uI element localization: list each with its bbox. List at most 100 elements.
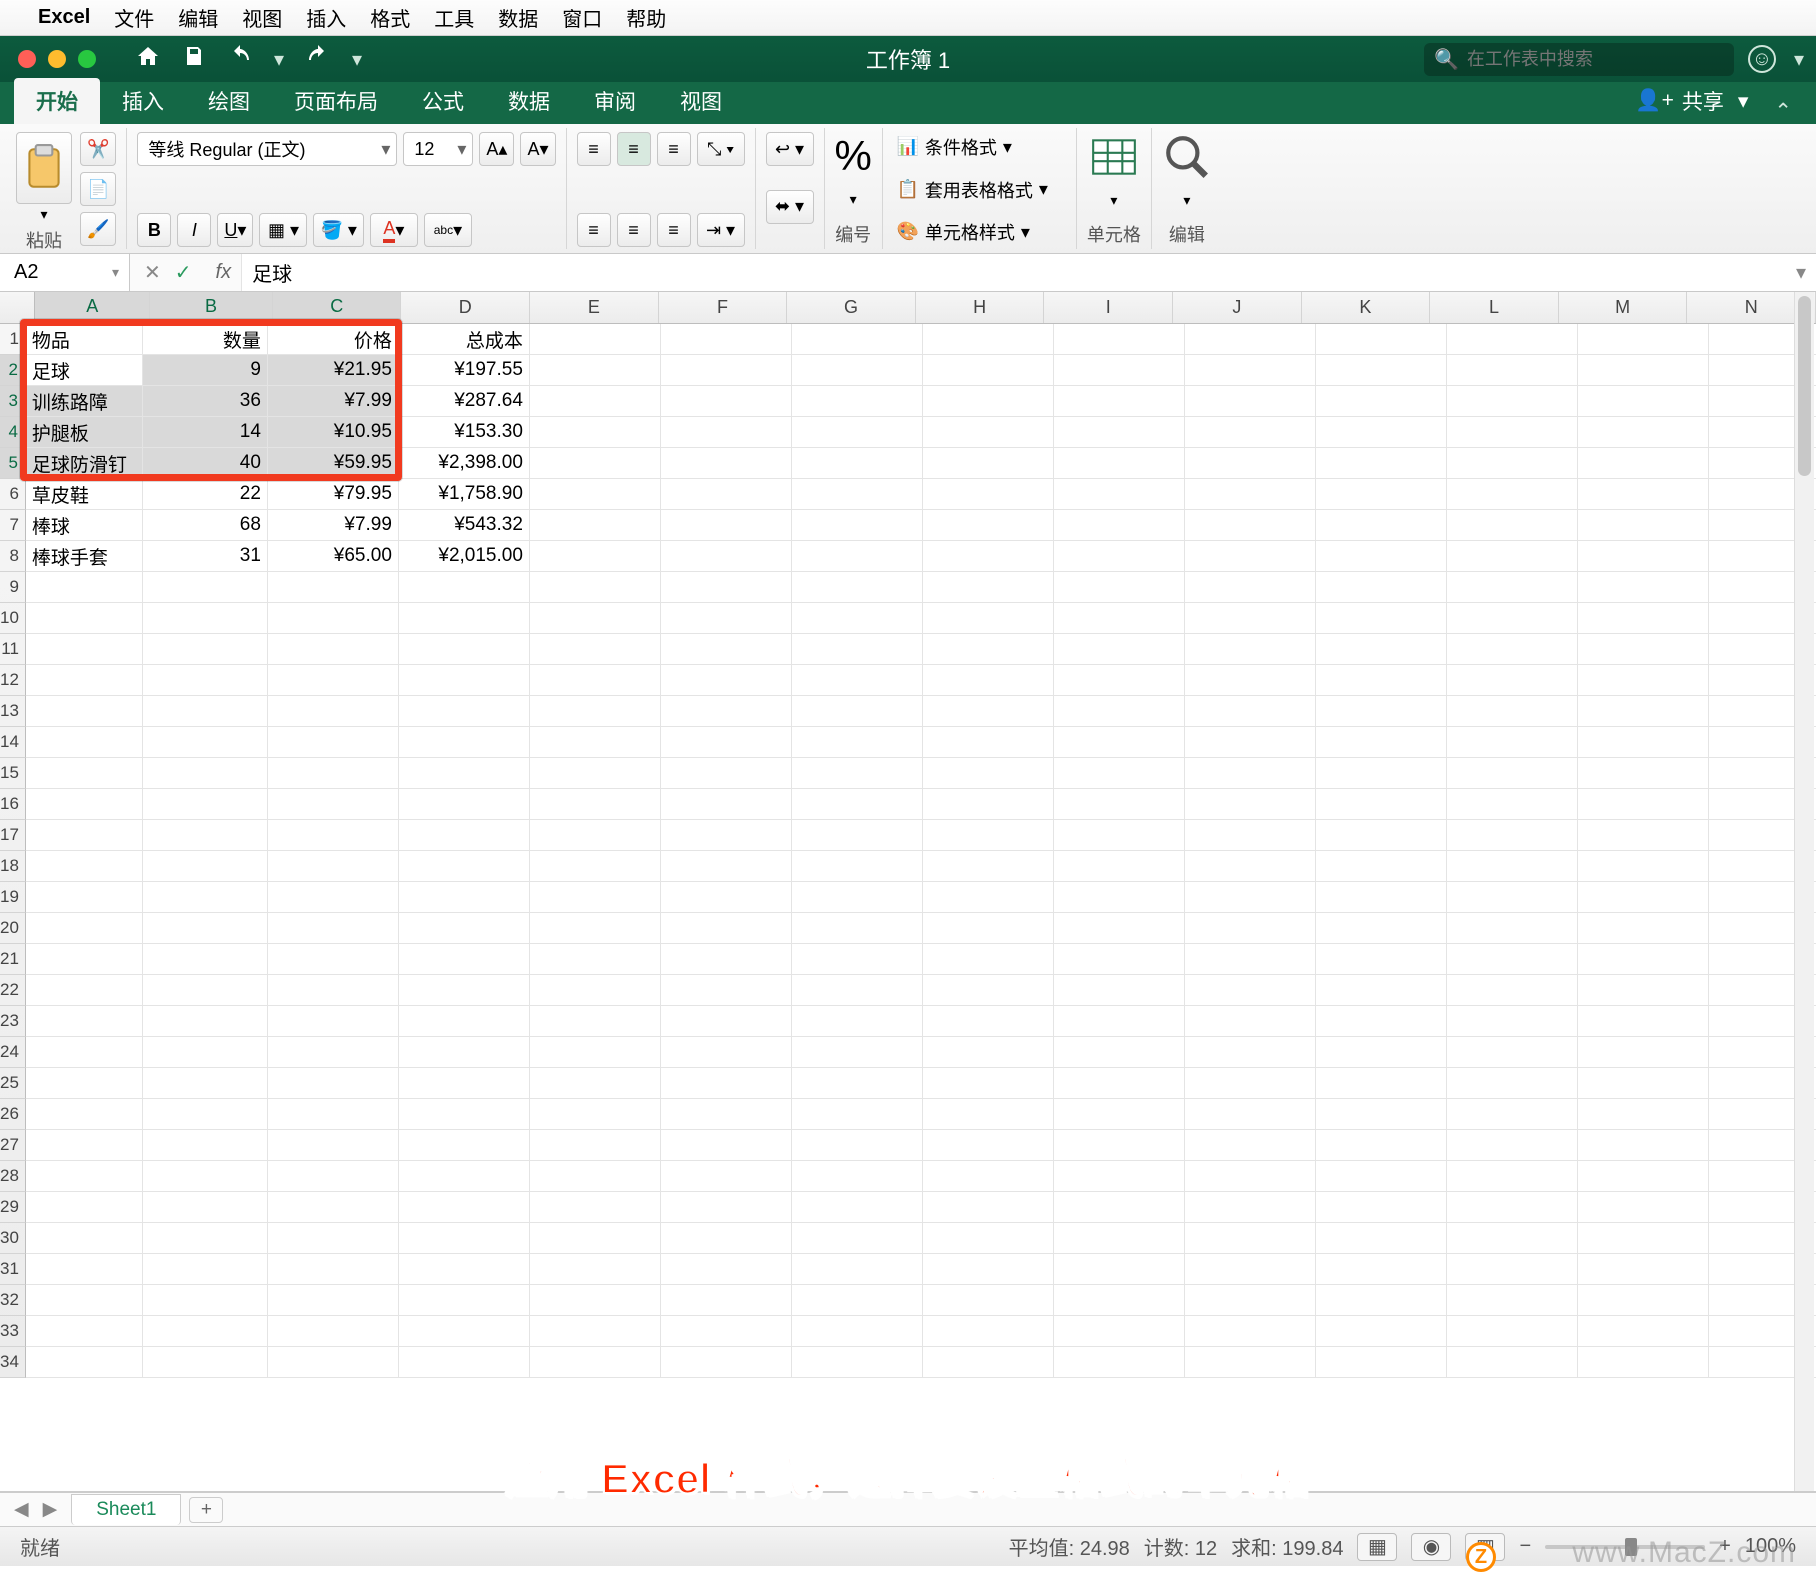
cell[interactable]	[530, 1161, 661, 1192]
cell[interactable]	[1054, 1223, 1185, 1254]
align-middle-button[interactable]: ≡	[617, 132, 651, 166]
cell[interactable]	[1316, 1254, 1447, 1285]
cell[interactable]	[1054, 1037, 1185, 1068]
cell[interactable]	[1447, 1347, 1578, 1378]
cell[interactable]	[268, 851, 399, 882]
row-header[interactable]: 23	[0, 1006, 26, 1037]
cell[interactable]	[26, 1192, 143, 1223]
cell[interactable]	[923, 1037, 1054, 1068]
cell-styles-button[interactable]: 🎨单元格样式 ▾	[893, 217, 1034, 247]
col-header-K[interactable]: K	[1302, 292, 1431, 323]
cell[interactable]	[923, 448, 1054, 479]
cell[interactable]	[1316, 324, 1447, 355]
cell[interactable]	[26, 572, 143, 603]
cell[interactable]	[792, 479, 923, 510]
cell[interactable]	[530, 1285, 661, 1316]
cell[interactable]	[1578, 758, 1709, 789]
cell[interactable]	[1185, 355, 1316, 386]
cell[interactable]	[923, 944, 1054, 975]
row-header[interactable]: 27	[0, 1130, 26, 1161]
cell[interactable]	[530, 510, 661, 541]
cell[interactable]	[792, 1347, 923, 1378]
cell[interactable]	[1316, 541, 1447, 572]
cell[interactable]	[661, 789, 792, 820]
cell[interactable]	[268, 665, 399, 696]
cell[interactable]	[1185, 603, 1316, 634]
cell[interactable]	[1447, 851, 1578, 882]
formula-expand-icon[interactable]: ▾	[1796, 260, 1806, 285]
cell[interactable]	[1054, 355, 1185, 386]
col-header-I[interactable]: I	[1044, 292, 1173, 323]
cell[interactable]	[143, 1192, 268, 1223]
fx-icon[interactable]: fx	[206, 261, 242, 284]
paste-button[interactable]	[16, 132, 72, 204]
tab-draw[interactable]: 绘图	[186, 78, 272, 124]
cell[interactable]	[1185, 634, 1316, 665]
row-header[interactable]: 28	[0, 1161, 26, 1192]
cell[interactable]	[923, 541, 1054, 572]
cell[interactable]	[1578, 727, 1709, 758]
cell[interactable]	[530, 820, 661, 851]
cell[interactable]	[143, 1347, 268, 1378]
row-header[interactable]: 3	[0, 386, 26, 417]
cell[interactable]	[792, 758, 923, 789]
cell[interactable]	[1578, 1037, 1709, 1068]
cell[interactable]	[26, 1037, 143, 1068]
cell[interactable]	[1054, 1316, 1185, 1347]
cell[interactable]	[1185, 1006, 1316, 1037]
cell[interactable]	[923, 1316, 1054, 1347]
cell[interactable]	[1447, 696, 1578, 727]
cell[interactable]	[26, 1006, 143, 1037]
cell[interactable]	[792, 1223, 923, 1254]
cell[interactable]	[1054, 1254, 1185, 1285]
row-header[interactable]: 17	[0, 820, 26, 851]
cell[interactable]	[1447, 975, 1578, 1006]
cell[interactable]	[143, 944, 268, 975]
cell[interactable]	[1185, 758, 1316, 789]
cell[interactable]	[1578, 944, 1709, 975]
cell[interactable]	[661, 913, 792, 944]
cell[interactable]	[923, 882, 1054, 913]
cell[interactable]	[1316, 355, 1447, 386]
underline-button[interactable]: U ▾	[217, 213, 253, 247]
cell[interactable]	[661, 851, 792, 882]
cell[interactable]: ¥543.32	[399, 510, 530, 541]
row-header[interactable]: 31	[0, 1254, 26, 1285]
cell[interactable]	[792, 1192, 923, 1223]
cell[interactable]: ¥21.95	[268, 355, 399, 386]
increase-font-button[interactable]: A▴	[479, 132, 514, 166]
name-box[interactable]: A2	[0, 254, 130, 291]
cell[interactable]	[792, 1006, 923, 1037]
cell[interactable]	[1316, 1068, 1447, 1099]
cell[interactable]	[1054, 1130, 1185, 1161]
cell[interactable]	[143, 696, 268, 727]
row-header[interactable]: 4	[0, 417, 26, 448]
cell[interactable]	[1316, 1192, 1447, 1223]
cell[interactable]	[1316, 913, 1447, 944]
cell[interactable]	[1185, 789, 1316, 820]
cell[interactable]	[792, 417, 923, 448]
cell[interactable]	[1185, 1192, 1316, 1223]
row-header[interactable]: 8	[0, 541, 26, 572]
cell[interactable]	[923, 758, 1054, 789]
cell[interactable]	[1447, 448, 1578, 479]
col-header-B[interactable]: B	[150, 292, 273, 323]
cell[interactable]	[1447, 1223, 1578, 1254]
row-header[interactable]: 6	[0, 479, 26, 510]
table-format-button[interactable]: 📋套用表格格式 ▾	[893, 175, 1052, 205]
row-header[interactable]: 25	[0, 1068, 26, 1099]
cell[interactable]	[530, 1316, 661, 1347]
cell[interactable]	[26, 1130, 143, 1161]
cell[interactable]	[792, 727, 923, 758]
cell[interactable]	[661, 541, 792, 572]
cell[interactable]	[792, 448, 923, 479]
cell[interactable]	[143, 1161, 268, 1192]
cell[interactable]	[26, 727, 143, 758]
cell[interactable]	[26, 944, 143, 975]
cell[interactable]	[1054, 975, 1185, 1006]
cell[interactable]	[1447, 386, 1578, 417]
cell[interactable]	[1054, 851, 1185, 882]
cell[interactable]	[1447, 1254, 1578, 1285]
cell[interactable]	[1054, 1099, 1185, 1130]
cell[interactable]	[1447, 1006, 1578, 1037]
